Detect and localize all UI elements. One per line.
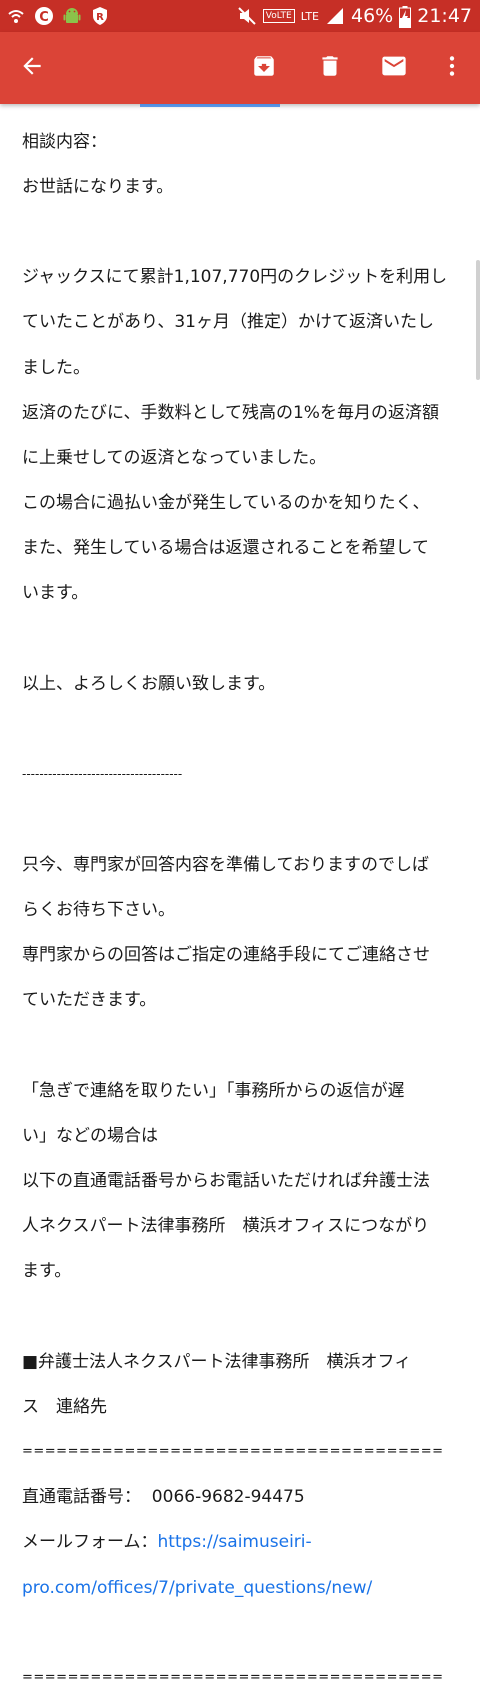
scrolled-link-remnant xyxy=(140,104,280,107)
divider-equals: ===================================== xyxy=(22,1444,444,1460)
email-body: 相談内容： お世話になります。 ​ ジャックスにて累計1,107,770円のクレ… xyxy=(22,108,462,1706)
body-line: らくお待ち下さい。 xyxy=(22,899,175,920)
divider-dashes: ------------------------------------- xyxy=(22,767,183,782)
body-line: います。 xyxy=(22,583,89,604)
status-system: VoLTE LTE 46% 21:47 xyxy=(237,0,472,32)
body-line: 人ネクスパート法律事務所 横浜オフィスにつながり xyxy=(22,1216,430,1237)
scrollbar[interactable] xyxy=(476,260,480,380)
app-c-icon: C xyxy=(34,6,54,26)
more-vert-icon xyxy=(439,53,465,83)
mail-button[interactable] xyxy=(366,32,422,104)
archive-icon xyxy=(251,53,277,83)
app-bar xyxy=(0,32,480,104)
divider-equals: ===================================== xyxy=(22,1669,444,1685)
overflow-menu-button[interactable] xyxy=(424,32,480,104)
delete-button[interactable] xyxy=(302,32,358,104)
mute-icon xyxy=(237,6,257,26)
body-line: ​ xyxy=(22,1034,462,1057)
body-line: また、発生している場合は返還されることを希望して xyxy=(22,538,429,559)
mail-form-link[interactable]: https://saimuseiri- xyxy=(158,1532,312,1552)
body-line: に上乗せしての返済となっていました。 xyxy=(22,447,327,468)
battery-charging-icon xyxy=(399,6,412,28)
mail-icon xyxy=(380,52,408,84)
svg-text:C: C xyxy=(39,10,49,25)
body-line: い」などの場合は xyxy=(22,1125,158,1146)
body-line: ました。 xyxy=(22,357,90,378)
volte-badge: VoLTE xyxy=(262,9,295,23)
body-line: ます。 xyxy=(22,1261,72,1282)
body-line: この場合に過払い金が発生しているのかを知りたく、 xyxy=(22,493,430,514)
body-line: ていたことがあり、31ヶ月（推定）かけて返済いたし xyxy=(22,312,434,333)
body-line: 以上、よろしくお願い致します。 xyxy=(22,673,276,694)
mail-form-link-cont[interactable]: pro.com/offices/7/private_questions/new/ xyxy=(22,1577,462,1600)
archive-button[interactable] xyxy=(236,32,292,104)
body-line: ジャックスにて累計1,107,770円のクレジットを利用し xyxy=(22,267,448,288)
body-line: ​ xyxy=(22,221,462,244)
trash-icon xyxy=(317,53,343,83)
body-line: ​ xyxy=(22,1622,462,1645)
body-line: 返済のたびに、手数料として残高の1%を毎月の返済額 xyxy=(22,402,439,423)
signal-icon xyxy=(325,6,345,26)
body-line: ていただきます。 xyxy=(22,990,157,1011)
shield-icon: R xyxy=(90,6,110,26)
mail-form-label: メールフォーム： xyxy=(22,1532,158,1553)
lte-label: LTE xyxy=(300,9,319,23)
svg-text:R: R xyxy=(96,12,104,23)
arrow-back-icon xyxy=(19,53,45,83)
body-line: ​ xyxy=(22,808,462,831)
body-line: お世話になります。 xyxy=(22,176,174,197)
body-line: 「急ぎで連絡を取りたい」「事務所からの返信が遅 xyxy=(22,1080,405,1101)
mail-form-line: メールフォーム：https://saimuseiri- xyxy=(22,1531,462,1554)
wifi-calling-icon xyxy=(6,6,26,26)
body-line: 以下の直通電話番号からお電話いただければ弁護士法 xyxy=(22,1170,430,1191)
body-line: 専門家からの回答はご指定の連絡手段にてご連絡させ xyxy=(22,944,430,965)
back-button[interactable] xyxy=(4,32,60,104)
status-notifications: C R xyxy=(6,4,110,28)
body-line: ​ xyxy=(22,718,462,741)
clock: 21:47 xyxy=(417,5,472,27)
body-line: 只今、専門家が回答内容を準備しておりますのでしば xyxy=(22,854,429,875)
android-icon xyxy=(62,6,82,26)
phone-line: 直通電話番号： 0066-9682-94475 xyxy=(22,1487,305,1508)
body-line: 相談内容： xyxy=(22,131,107,152)
contact-heading: ■弁護士法人ネクスパート法律事務所 横浜オフィ xyxy=(22,1351,412,1372)
body-line: ​ xyxy=(22,628,462,651)
battery-percent: 46% xyxy=(351,5,394,27)
contact-heading: ス 連絡先 xyxy=(22,1396,107,1417)
status-bar: C R VoLTE LTE 46% 21:47 xyxy=(0,0,480,32)
body-line: ​ xyxy=(22,1305,462,1328)
